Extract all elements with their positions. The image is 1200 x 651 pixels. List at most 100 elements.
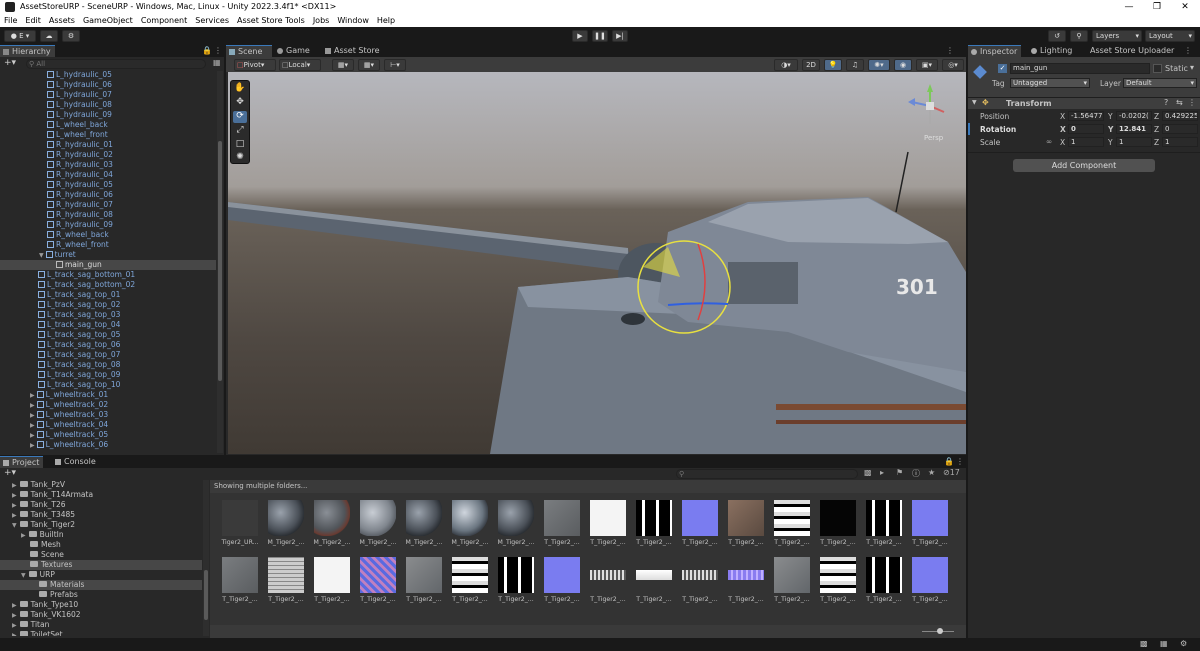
account-button[interactable]: ● E ▾ (4, 30, 36, 42)
asset-item[interactable]: T_Tiger2_... (772, 500, 812, 552)
hierarchy-item[interactable]: L_track_sag_top_10 (0, 380, 216, 390)
asset-item[interactable]: T_Tiger2_... (864, 500, 904, 552)
menu-item-component[interactable]: Component (137, 14, 191, 27)
lock-icon[interactable]: 🔒 (944, 457, 954, 466)
asset-item[interactable]: T_Tiger2_... (818, 557, 858, 609)
position-y-field[interactable]: -0.0202( (1116, 111, 1152, 121)
menu-item-jobs[interactable]: Jobs (309, 14, 334, 27)
search-by-label-icon[interactable]: ▸ (880, 468, 884, 477)
hierarchy-item[interactable]: L_hydraulic_07 (0, 90, 216, 100)
folder-item[interactable]: ▼ URP (0, 570, 202, 580)
active-checkbox[interactable]: ✓ (998, 64, 1007, 73)
position-z-label[interactable]: Z (1154, 112, 1159, 121)
tab-asset-store-uploader[interactable]: Asset Store Uploader (1078, 45, 1178, 57)
folder-item[interactable]: Scene (0, 550, 202, 560)
expand-arrow-icon[interactable]: ▼ (21, 572, 26, 579)
tab-hierarchy[interactable]: Hierarchy (0, 45, 55, 57)
foldout-arrow-icon[interactable]: ▼ (972, 99, 977, 106)
hierarchy-item[interactable]: R_wheel_back (0, 230, 216, 240)
asset-item[interactable]: T_Tiger2_... (588, 500, 628, 552)
scale-z-field[interactable]: 1 (1162, 137, 1198, 147)
asset-item[interactable]: M_Tiger2_... (358, 500, 398, 552)
component-menu-icon[interactable]: ⋮ (1188, 98, 1196, 107)
folder-item[interactable]: Mesh (0, 540, 202, 550)
scale-x-label[interactable]: X (1060, 138, 1065, 147)
asset-item[interactable]: T_Tiger2_... (358, 557, 398, 609)
hierarchy-item[interactable]: L_wheel_back (0, 120, 216, 130)
cache-icon[interactable]: ▦ (1160, 639, 1168, 648)
object-name-field[interactable]: main_gun (1010, 63, 1150, 74)
layout-dropdown[interactable]: Layout ▾ (1145, 30, 1195, 42)
rotation-z-field[interactable]: 0 (1162, 124, 1198, 134)
menu-item-file[interactable]: File (0, 14, 21, 27)
debug-icon[interactable]: ⚙ (1180, 639, 1187, 648)
asset-item[interactable]: T_Tiger2_... (496, 557, 536, 609)
position-y-label[interactable]: Y (1108, 112, 1113, 121)
camera-settings-icon[interactable]: ▣▾ (916, 59, 938, 71)
visibility-toggle-icon[interactable]: ◉ (894, 59, 912, 71)
asset-item[interactable]: T_Tiger2_... (864, 557, 904, 609)
menu-item-asset-store-tools[interactable]: Asset Store Tools (233, 14, 309, 27)
expand-arrow-icon[interactable]: ▶ (30, 402, 35, 409)
asset-item[interactable]: T_Tiger2_... (910, 500, 950, 552)
hierarchy-item[interactable]: L_track_sag_bottom_01 (0, 270, 216, 280)
close-icon[interactable]: ✕ (1171, 0, 1199, 14)
hierarchy-item[interactable]: ▶ L_wheeltrack_04 (0, 420, 216, 430)
folder-item[interactable]: ▼ Tank_Tiger2 (0, 520, 202, 530)
asset-item[interactable]: T_Tiger2_... (680, 557, 720, 609)
tag-dropdown[interactable]: Untagged ▾ (1010, 78, 1090, 88)
hand-tool-icon[interactable]: ✋ (233, 83, 247, 95)
hierarchy-search-input[interactable]: ⚲ All (26, 59, 206, 69)
static-checkbox[interactable] (1153, 64, 1162, 73)
scale-x-field[interactable]: 1 (1068, 137, 1104, 147)
menu-kebab-icon[interactable]: ⋮ (946, 46, 954, 55)
lighting-toggle-icon[interactable]: 💡 (824, 59, 842, 71)
menu-item-services[interactable]: Services (191, 14, 233, 27)
expand-arrow-icon[interactable]: ▶ (12, 512, 17, 519)
folder-item[interactable]: ▶ Tank_T3485 (0, 510, 202, 520)
rect-tool-icon[interactable]: □ (233, 139, 247, 151)
asset-item[interactable]: T_Tiger2_... (634, 500, 674, 552)
hierarchy-item[interactable]: R_hydraulic_06 (0, 190, 216, 200)
folder-item[interactable]: Prefabs (0, 590, 202, 600)
project-search-input[interactable]: ⚲ (676, 469, 858, 479)
position-z-field[interactable]: 0.429225 (1162, 111, 1198, 121)
rotation-z-label[interactable]: Z (1154, 125, 1159, 134)
transform-header[interactable]: ▼ ✥ Transform ? ⇆ ⋮ (968, 97, 1200, 109)
asset-item[interactable]: T_Tiger2_... (266, 557, 306, 609)
folder-item[interactable]: Textures (0, 560, 202, 570)
cloud-icon[interactable]: ☁ (40, 30, 58, 42)
hierarchy-item[interactable]: L_wheel_front (0, 130, 216, 140)
expand-arrow-icon[interactable]: ▶ (30, 432, 35, 439)
hierarchy-item[interactable]: ▶ L_wheeltrack_02 (0, 400, 216, 410)
hierarchy-item[interactable]: L_track_sag_top_05 (0, 330, 216, 340)
scrollbar-thumb[interactable] (204, 570, 208, 620)
hierarchy-item[interactable]: L_hydraulic_08 (0, 100, 216, 110)
expand-arrow-icon[interactable]: ▶ (12, 492, 17, 499)
asset-item[interactable]: T_Tiger2_... (450, 557, 490, 609)
add-icon[interactable]: +▾ (4, 58, 16, 68)
asset-item[interactable]: Tiger2_UR... (220, 500, 260, 552)
asset-item[interactable]: T_Tiger2_... (220, 557, 260, 609)
rotation-x-label[interactable]: X (1060, 125, 1066, 134)
tab-scene[interactable]: Scene (226, 45, 272, 57)
hierarchy-item[interactable]: R_hydraulic_03 (0, 160, 216, 170)
hierarchy-item[interactable]: R_hydraulic_08 (0, 210, 216, 220)
rotation-x-field[interactable]: 0 (1068, 124, 1104, 134)
menu-item-gameobject[interactable]: GameObject (79, 14, 137, 27)
hierarchy-item[interactable]: L_track_sag_top_06 (0, 340, 216, 350)
asset-item[interactable]: M_Tiger2_... (404, 500, 444, 552)
layers-dropdown[interactable]: Layers ▾ (1092, 30, 1142, 42)
expand-arrow-icon[interactable]: ▼ (39, 252, 44, 259)
hierarchy-item[interactable]: ▶ L_wheeltrack_06 (0, 440, 216, 450)
scale-y-label[interactable]: Y (1108, 138, 1113, 147)
folder-item[interactable]: ▶ Tank_T14Armata (0, 490, 202, 500)
snap-increment-icon[interactable]: ▦▾ (358, 59, 380, 71)
preset-icon[interactable]: ⇆ (1176, 98, 1183, 107)
transform-tool-icon[interactable]: ✺ (233, 152, 247, 164)
expand-arrow-icon[interactable]: ▶ (12, 622, 17, 629)
tab-project[interactable]: Project (0, 456, 44, 468)
asset-item[interactable]: M_Tiger2_... (496, 500, 536, 552)
toggle-2d-button[interactable]: 2D (802, 59, 820, 71)
folder-item[interactable]: ▶ ToiletSet (0, 630, 202, 636)
